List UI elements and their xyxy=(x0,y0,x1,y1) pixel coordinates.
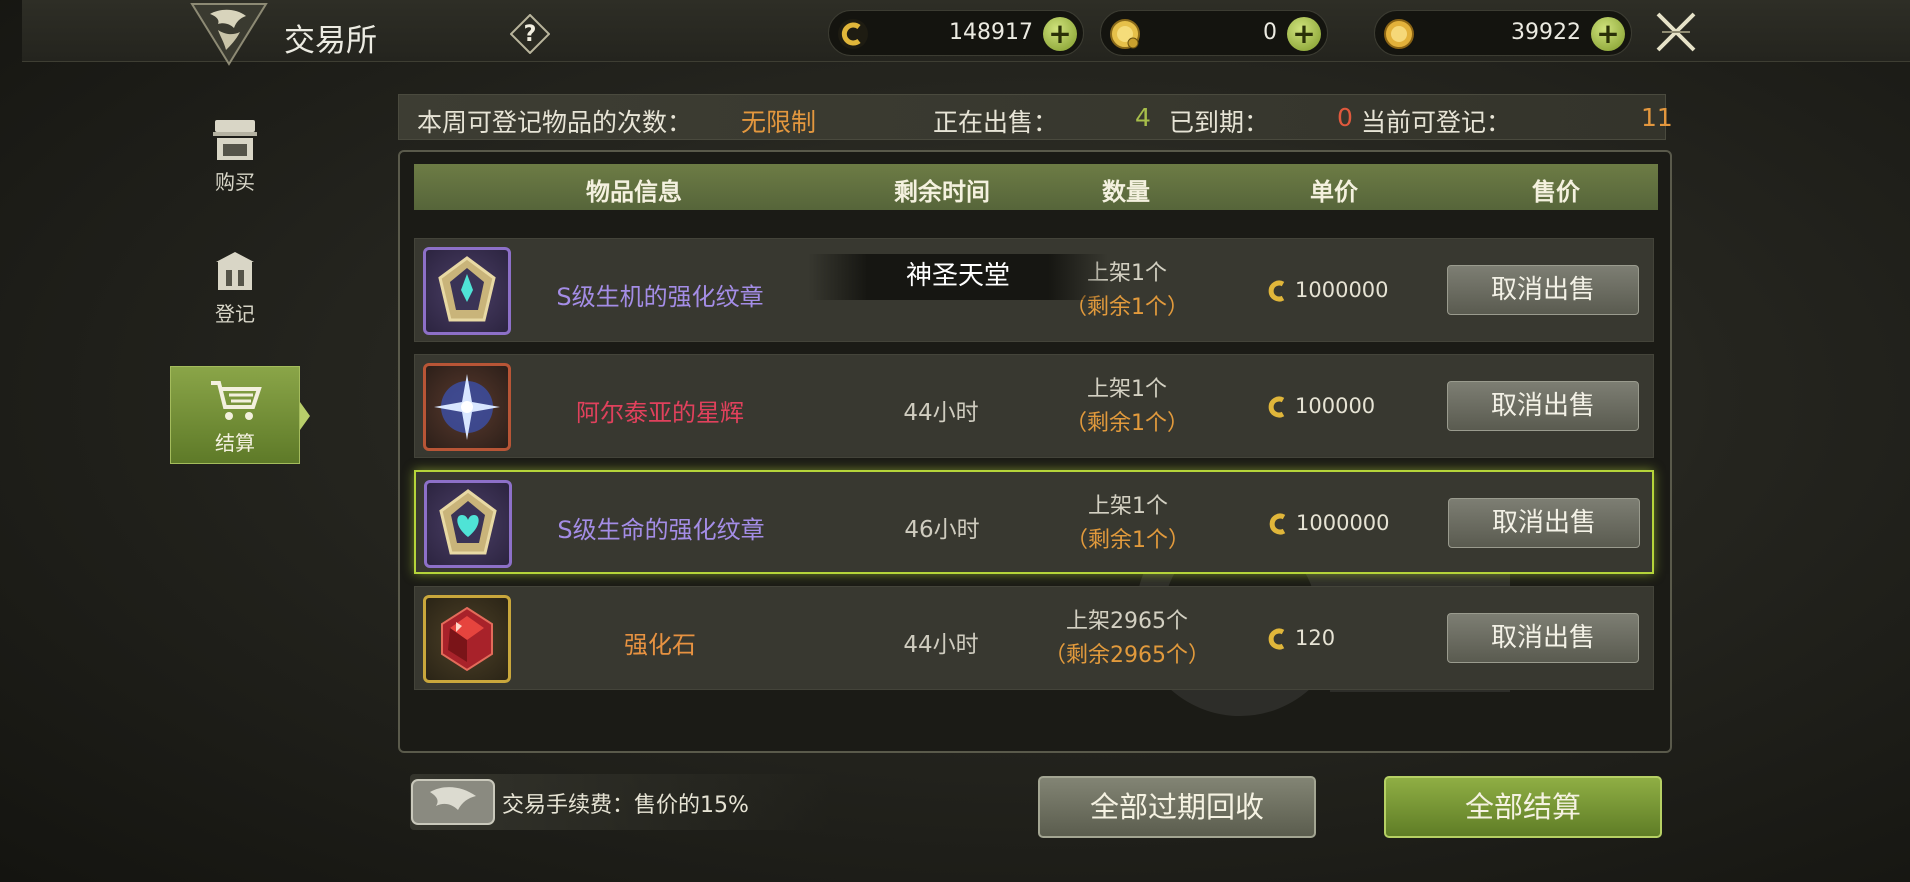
currency-gold: 39922 + xyxy=(1374,10,1632,56)
item-tooltip: 神圣天堂 xyxy=(808,254,1108,300)
table-row[interactable]: 阿尔泰亚的星辉 44小时 上架1个 （剩余1个） 100000 取消出售 xyxy=(414,354,1654,458)
item-unit-price: 1000000 xyxy=(1264,510,1390,538)
dragon-logo-icon xyxy=(190,3,268,66)
crest-icon xyxy=(438,256,496,322)
close-icon[interactable] xyxy=(1652,8,1700,56)
currency-silver: 148917 + xyxy=(828,10,1084,56)
nav-item-settle[interactable]: 结算 xyxy=(170,366,300,464)
help-button[interactable]: ? xyxy=(510,14,550,54)
table-row[interactable]: S级生命的强化纹章 46小时 上架1个 （剩余1个） 1000000 取消出售 xyxy=(414,470,1654,574)
add-gold-button[interactable]: + xyxy=(1591,17,1625,51)
currency-gem: 0 + xyxy=(1100,10,1328,56)
item-unit-price: 1000000 xyxy=(1263,277,1389,305)
table-row[interactable]: 强化石 44小时 上架2965个 （剩余2965个） 120 取消出售 xyxy=(414,586,1654,690)
fee-info: 交易手续费：售价的15% xyxy=(410,774,830,830)
available-label: 当前可登记： xyxy=(1361,108,1512,137)
item-quantity: 上架2965个 （剩余2965个） xyxy=(1044,609,1210,668)
cancel-sale-button[interactable]: 取消出售 xyxy=(1447,265,1639,315)
selling-label: 正在出售： xyxy=(933,108,1059,137)
nav-active-arrow xyxy=(300,402,310,430)
item-name: 强化石 xyxy=(624,631,696,659)
page-title: 交易所 xyxy=(284,23,377,59)
settle-all-button[interactable]: 全部结算 xyxy=(1384,776,1662,838)
header-item-info: 物品信息 xyxy=(586,178,682,206)
item-time: 46小时 xyxy=(904,517,980,543)
expired-value: 0 xyxy=(1337,103,1353,132)
add-gem-button[interactable]: + xyxy=(1287,17,1321,51)
gold-coin-icon xyxy=(1384,19,1414,49)
available-value: 11 xyxy=(1641,103,1673,132)
fee-dragon-icon xyxy=(411,779,495,825)
item-time: 44小时 xyxy=(903,632,979,658)
star-icon xyxy=(434,374,500,440)
weekly-limit-value: 无限制 xyxy=(741,108,817,137)
expired-label: 已到期： xyxy=(1169,108,1270,137)
recycle-all-expired-button[interactable]: 全部过期回收 xyxy=(1038,776,1316,838)
shop-icon xyxy=(213,120,257,160)
register-icon xyxy=(216,252,254,290)
silver-coin-icon xyxy=(1269,513,1286,535)
silver-coin-icon xyxy=(1268,280,1285,302)
item-unit-price: 120 xyxy=(1263,625,1335,653)
selling-value: 4 xyxy=(1135,103,1151,132)
item-slot[interactable] xyxy=(423,595,511,683)
item-name: S级生命的强化纹章 xyxy=(557,516,765,544)
silver-coin-icon xyxy=(1268,628,1285,650)
item-time: 44小时 xyxy=(903,400,979,426)
header-remaining-time: 剩余时间 xyxy=(894,178,990,206)
weekly-limit-label: 本周可登记物品的次数： xyxy=(417,108,693,137)
item-slot[interactable] xyxy=(423,363,511,451)
cancel-sale-button[interactable]: 取消出售 xyxy=(1447,381,1639,431)
table-header: 物品信息 剩余时间 数量 单价 售价 xyxy=(414,164,1658,210)
item-quantity: 上架1个 （剩余1个） xyxy=(1066,494,1190,553)
silver-coin-icon xyxy=(1268,396,1285,418)
stats-bar: 本周可登记物品的次数： 无限制 正在出售： 4 已到期： 0 当前可登记： 11 xyxy=(398,94,1673,140)
cancel-sale-button[interactable]: 取消出售 xyxy=(1447,613,1639,663)
item-name: S级生机的强化纹章 xyxy=(556,283,764,311)
header-quantity: 数量 xyxy=(1102,178,1150,206)
item-quantity: 上架1个 （剩余1个） xyxy=(1065,377,1189,436)
nav-item-buy[interactable]: 购买 xyxy=(170,116,300,216)
silver-coin-icon xyxy=(838,19,868,49)
heart-crest-icon xyxy=(439,489,497,555)
cancel-sale-button[interactable]: 取消出售 xyxy=(1448,498,1640,548)
header-sale-price: 售价 xyxy=(1532,178,1580,206)
gem-coin-icon xyxy=(1110,19,1140,49)
fee-text: 交易手续费：售价的15% xyxy=(502,793,749,818)
item-name: 阿尔泰亚的星辉 xyxy=(576,399,744,427)
add-silver-button[interactable]: + xyxy=(1043,17,1077,51)
item-unit-price: 100000 xyxy=(1263,393,1375,421)
cart-icon xyxy=(211,381,262,420)
item-slot[interactable] xyxy=(423,247,511,335)
nav-item-register[interactable]: 登记 xyxy=(170,248,300,348)
header-unit-price: 单价 xyxy=(1310,178,1358,206)
item-slot[interactable] xyxy=(424,480,512,568)
gem-icon xyxy=(441,606,493,672)
listing-panel: 物品信息 剩余时间 数量 单价 售价 S级生机的强化纹章 上架1个 （剩余1个）… xyxy=(398,150,1672,753)
